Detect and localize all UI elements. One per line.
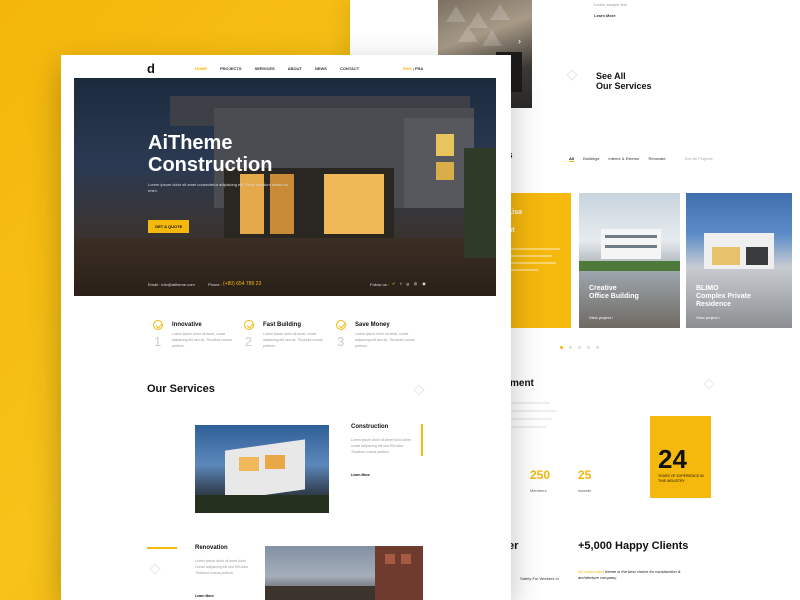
main-nav: HOME PROJECTS SERVICES ABOUT NEWS CONTAC… — [195, 66, 359, 71]
decorative-diamond — [149, 563, 161, 575]
view-project-link[interactable]: View project › — [696, 315, 720, 320]
see-all-projects-link[interactable]: See All Projects — [685, 156, 713, 162]
project-card[interactable]: Lisa nt — [502, 193, 571, 328]
filter-all[interactable]: All — [569, 156, 575, 162]
feature-text: Lorem ipsum dolor sit amet, conse adipis… — [263, 332, 323, 348]
google-plus-icon[interactable]: g — [406, 281, 408, 286]
see-all-line2: Our Services — [596, 81, 652, 91]
view-project-link[interactable]: View project › — [589, 315, 613, 320]
project-card[interactable]: Creative Office Building View project › — [579, 193, 680, 328]
instagram-icon[interactable]: ◎ — [414, 281, 418, 286]
logo[interactable]: d — [147, 61, 155, 76]
lang-en[interactable]: ENG — [403, 66, 412, 71]
twitter-icon[interactable]: ✔ — [392, 281, 395, 286]
facebook-icon[interactable]: f — [400, 281, 401, 286]
decorative-diamond — [566, 69, 578, 81]
social-links: ✔ f g ◎ ◉ — [392, 281, 426, 286]
project-card-title: BLIMO — [696, 285, 719, 292]
nav-projects[interactable]: PROJECTS — [220, 66, 242, 71]
nav-home[interactable]: HOME — [195, 66, 207, 71]
decorative-diamond — [703, 378, 715, 390]
get-quote-button[interactable]: GET A QUOTE — [148, 220, 190, 233]
phone-label: Phone : — [208, 282, 222, 287]
project-filters: All Buildings Interior & Exterior Renova… — [569, 156, 713, 162]
feature-number: 1 — [154, 334, 162, 349]
carousel-dots — [560, 346, 599, 349]
feature-text: Lorem ipsum dolor sit amet, conse adipis… — [355, 332, 415, 348]
years-value: 24 — [658, 444, 687, 474]
carousel-dot[interactable] — [587, 346, 590, 349]
quote-brand: AiConstruction — [578, 569, 605, 574]
chevron-right-icon[interactable]: › — [518, 36, 521, 46]
stat-members-value: 250 — [530, 468, 551, 482]
hero-title: AiTheme Construction — [148, 132, 273, 176]
phone-number[interactable]: (+80) 654 789 23 — [223, 281, 261, 287]
filter-renovate[interactable]: Renovate — [648, 156, 665, 162]
feature-title: Innovative — [172, 322, 202, 328]
carousel-dot[interactable] — [596, 346, 599, 349]
carousel-dot[interactable] — [560, 346, 563, 349]
construction-title: Construction — [351, 424, 389, 430]
project-card-subtitle: Office Building — [589, 293, 639, 300]
construction-text: Lorem ipsum dolor sit amet dolor Amet co… — [351, 438, 411, 454]
hero-banner: AiTheme Construction Lorem ipsum dolor s… — [74, 78, 496, 296]
see-all-services-link[interactable]: See All Our Services — [596, 71, 652, 91]
renovation-image — [265, 546, 423, 600]
carousel-dot[interactable] — [569, 346, 572, 349]
contact-email[interactable]: Email : info@aitheme.com — [148, 282, 195, 287]
front-page-preview: d HOME PROJECTS SERVICES ABOUT NEWS CONT… — [61, 55, 511, 600]
renovation-title: Renovation — [195, 545, 228, 551]
renovation-learn-more[interactable]: Learn More — [195, 594, 214, 598]
nav-news[interactable]: NEWS — [315, 66, 327, 71]
feature-title: Fast Building — [263, 322, 301, 328]
project-card[interactable]: BLIMO Complex Private Residence View pro… — [686, 193, 792, 328]
rss-icon[interactable]: ◉ — [422, 281, 426, 286]
section-title-fragment: ment — [510, 378, 534, 389]
feature-number: 3 — [337, 334, 345, 349]
services-section-title: Our Services — [147, 383, 215, 395]
nav-contact[interactable]: CONTACT — [340, 66, 359, 71]
years-label: YEARS OF EXPERIENCE IN THIS INDUSTRY — [658, 474, 704, 483]
filter-buildings[interactable]: Buildings — [583, 156, 599, 162]
language-switcher: ENG | FRA — [403, 66, 423, 71]
project-card-subtitle: Complex Private Residence — [696, 293, 751, 308]
check-circle-icon — [244, 320, 254, 330]
lang-fr[interactable]: FRA — [415, 66, 423, 71]
safety-text: Safety For Workers In — [520, 576, 559, 581]
decorative-diamond — [413, 384, 425, 396]
nav-about[interactable]: ABOUT — [288, 66, 302, 71]
years-experience-badge: 24 YEARS OF EXPERIENCE IN THIS INDUSTRY — [650, 416, 711, 498]
feature-text: Lorem ipsum dolor sit amet, conse adipis… — [172, 332, 232, 348]
check-circle-icon — [336, 320, 346, 330]
stat-members-label: Members — [530, 488, 547, 493]
nav-services[interactable]: SERVICES — [255, 66, 275, 71]
see-all-line1: See All — [596, 71, 626, 81]
construction-image — [195, 425, 329, 513]
top-text: Lorem sample text — [594, 2, 627, 7]
accent-bar — [421, 424, 423, 456]
hero-subtitle: Lorem ipsum dolor sit amet consectetur a… — [148, 182, 288, 193]
stat-awards-label: Awards — [578, 488, 592, 493]
top-learn-more[interactable]: Learn More — [594, 13, 616, 18]
feature-number: 2 — [245, 334, 253, 349]
stat-awards-value: 25 — [578, 468, 592, 482]
construction-learn-more[interactable]: Learn More — [351, 473, 370, 477]
accent-line — [147, 547, 177, 549]
feature-title: Save Money — [355, 322, 390, 328]
renovation-text: Lorem ipsum dolor sit amet dolor Conse a… — [195, 559, 249, 575]
carousel-dot[interactable] — [578, 346, 581, 349]
project-card-title: Creative — [589, 285, 617, 292]
testimonial-quote: AiConstruction theme is the best choice … — [578, 569, 698, 581]
filter-interior-exterior[interactable]: Interior & Exterior — [608, 156, 639, 162]
follow-us-label: Follow us : — [370, 282, 390, 287]
check-circle-icon — [153, 320, 163, 330]
happy-clients-title: +5,000 Happy Clients — [578, 540, 689, 552]
